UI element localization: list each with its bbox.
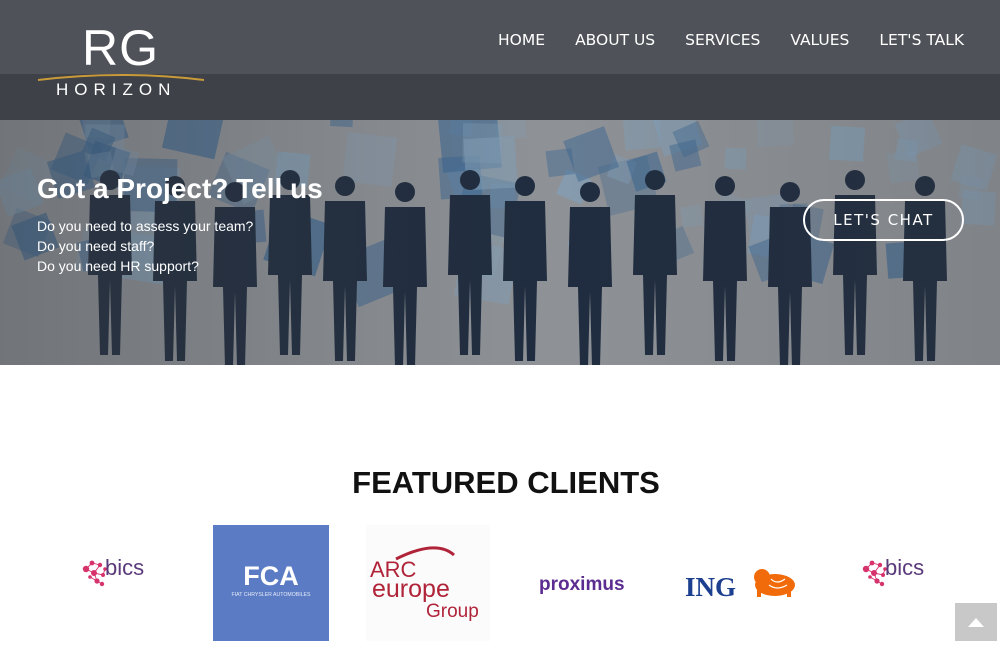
lets-chat-button[interactable]: LET'S CHAT — [803, 199, 964, 241]
logo-horizon-text: HORIZON — [56, 80, 177, 99]
hero-question: Do you need to assess your team? — [37, 218, 254, 234]
featured-clients-heading: FEATURED CLIENTS — [352, 465, 660, 500]
client-logo-bics[interactable]: bics — [72, 525, 162, 641]
nav-about-us[interactable]: ABOUT US — [575, 29, 655, 51]
client-logo-ing[interactable]: ING — [683, 525, 801, 641]
hero-banner: Got a Project? Tell us Do you need to as… — [0, 120, 1000, 365]
scroll-to-top-button[interactable] — [955, 603, 997, 641]
client-logo-fca[interactable]: FCA FIAT CHRYSLER AUTOMOBILES — [213, 525, 329, 641]
proximus-logo-text: proximus — [539, 574, 625, 595]
bics-logo-text: bics — [885, 555, 924, 580]
client-logo-bics[interactable]: bics — [852, 525, 942, 641]
ing-logo: ING — [685, 569, 795, 602]
hero-questions: Do you need to assess your team? Do you … — [37, 216, 253, 276]
arc-logo-line3: Group — [426, 601, 479, 622]
hero-title: Got a Project? Tell us — [37, 173, 323, 204]
nav-home[interactable]: HOME — [498, 29, 545, 51]
rg-horizon-logo[interactable]: RG HORIZON — [36, 22, 206, 102]
fca-logo: FCA FIAT CHRYSLER AUTOMOBILES — [213, 525, 329, 641]
nav-values[interactable]: VALUES — [790, 29, 849, 51]
nav-services[interactable]: SERVICES — [685, 29, 760, 51]
logo-rg-text: RG — [82, 20, 159, 76]
chevron-up-icon — [968, 618, 984, 627]
fca-logo-subtext: FIAT CHRYSLER AUTOMOBILES — [232, 592, 311, 598]
bics-logo: bics — [82, 555, 144, 587]
ing-lion-icon — [754, 569, 795, 597]
arc-europe-logo: ARC europe Group — [366, 525, 490, 641]
main-nav: HOME ABOUT US SERVICES VALUES LET'S TALK — [498, 29, 964, 51]
proximus-logo: proximus — [539, 574, 625, 595]
nav-lets-talk[interactable]: LET'S TALK — [879, 29, 964, 51]
bics-logo-text: bics — [105, 555, 144, 580]
site-header: RG HORIZON HOME ABOUT US SERVICES VALUES… — [0, 0, 1000, 120]
client-logo-arc-europe[interactable]: ARC europe Group — [366, 525, 490, 641]
ing-logo-text: ING — [685, 572, 736, 602]
hero-question: Do you need staff? — [37, 238, 155, 254]
arc-logo-line2: europe — [372, 575, 450, 603]
client-logo-carousel: bics FCA FIAT CHRYSLER AUTOMOBILES ARC e… — [0, 525, 1000, 643]
fca-logo-text: FCA — [243, 561, 299, 591]
hero-question: Do you need HR support? — [37, 258, 199, 274]
bics-logo: bics — [862, 555, 924, 587]
client-logo-proximus[interactable]: proximus — [535, 525, 635, 641]
